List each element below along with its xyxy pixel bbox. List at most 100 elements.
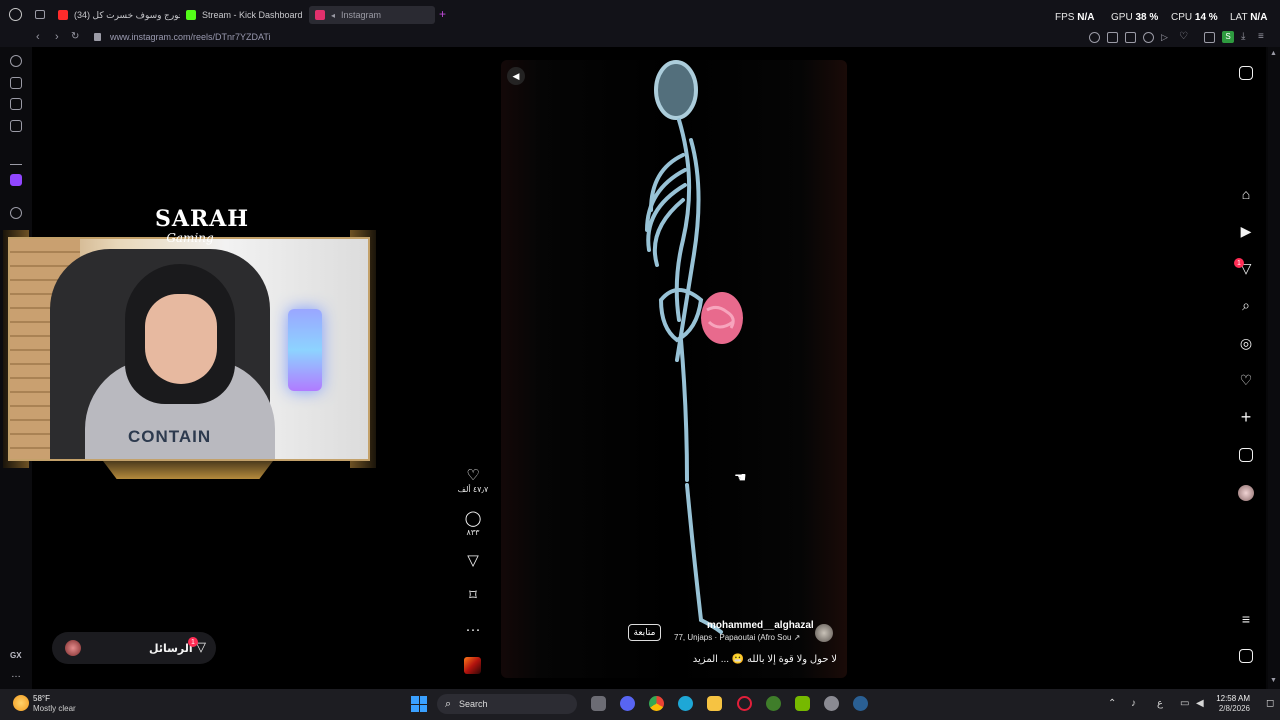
vpn-icon[interactable] [1125,32,1136,43]
folder-icon[interactable] [707,696,722,711]
download-icon[interactable]: ⤓ [1241,31,1245,42]
discord-icon[interactable] [620,696,635,711]
streamer-logo-sub: Gaming [166,231,214,245]
weather-temp[interactable]: 58°F [33,694,50,703]
reel-user-avatar[interactable] [815,624,833,642]
message-avatar [65,640,81,656]
weather-desc[interactable]: Mostly clear [33,704,76,713]
search-icon[interactable]: ⌕ [1237,296,1255,314]
volume-icon: ◀ [512,70,520,81]
aria-icon[interactable] [10,153,22,165]
extensions-icon[interactable] [1204,32,1215,43]
direct-badge: 1 [1234,258,1244,268]
tibia [685,483,703,622]
tab-youtube[interactable]: (34) جورج وسوف خسرت كل [52,6,180,24]
lock-icon[interactable] [94,33,101,41]
microphone-icon[interactable]: ♪ [1131,698,1136,709]
microphone [288,309,322,391]
snapshot-icon[interactable] [1107,32,1118,43]
more-sidebar-icon[interactable]: … [11,669,21,680]
new-tab-icon[interactable]: + [439,7,446,21]
messenger-m-icon[interactable] [10,120,22,132]
dashboard-icon[interactable] [1239,448,1253,462]
page-scrollbar[interactable]: ▲ ▼ [1268,47,1280,689]
opera-gx-taskbar-icon[interactable] [737,696,752,711]
chrome-icon[interactable] [649,696,664,711]
instagram-logo-icon[interactable] [1239,66,1253,80]
explore-icon[interactable]: ◎ [1237,334,1255,352]
opera-gx-logo-icon[interactable] [9,8,22,21]
clock-date[interactable]: 2/8/2026 [1212,704,1250,713]
volume-tray-icon[interactable]: ◀ [1196,698,1204,709]
search-glass-icon: ⌕ [445,698,452,710]
file-explorer-icon[interactable] [591,696,606,711]
send-icon: ▽ [467,552,479,569]
player-icon[interactable]: ▷ [1161,32,1168,43]
scroll-down-icon[interactable]: ▼ [1270,677,1277,684]
scroll-up-icon[interactable]: ▲ [1270,50,1277,57]
comment-button[interactable]: ◯ ٨٣٣ [455,511,491,538]
more-options-button[interactable]: ··· [455,622,491,638]
tab-label: Instagram [341,10,382,20]
follow-button[interactable]: متابعة [628,624,661,641]
reel-video[interactable]: mohammed__alghazal 77, Unjaps · Papaouta… [501,60,847,678]
like-button[interactable]: ♡ ٤٧٫٧ ألف [455,468,491,495]
tray-chevron-icon[interactable]: ⌃ [1108,698,1116,709]
player-sidebar-icon[interactable] [10,207,22,219]
gx-control-icon[interactable] [10,77,22,89]
more-menu-icon[interactable]: ≡ [1237,610,1255,628]
workspaces-icon[interactable] [35,10,45,19]
reel-music[interactable]: 77, Unjaps · Papaoutai (Afro Sou ↗ [674,633,800,642]
notifications-heart-icon[interactable]: ♡ [1237,371,1255,389]
home-icon[interactable]: ⌂ [1237,185,1255,203]
gx-cleaner-icon[interactable] [10,98,22,110]
weather-icon[interactable] [13,695,29,711]
reels-icon[interactable]: ▶ [1237,222,1255,240]
xbox-icon[interactable] [766,696,781,711]
steam-icon[interactable] [853,696,868,711]
bookmark-icon: ⌑ [469,587,477,604]
overlay-gold-bar [103,461,273,479]
create-icon[interactable]: + [1237,408,1255,426]
profile-avatar[interactable] [1238,485,1254,501]
instagram-favicon-icon [315,10,325,20]
messages-pill[interactable]: الرسائل ▽ 1 [52,632,216,664]
profile-s-icon[interactable]: S [1222,31,1234,43]
mute-button[interactable]: ◀ [507,67,525,85]
mouse-cursor-icon: ☚ [734,469,747,485]
tab-instagram[interactable]: ◂ Instagram [309,6,435,24]
language-indicator[interactable]: ع [1157,698,1163,709]
back-icon[interactable]: ‹ [36,31,40,43]
nvidia-icon[interactable] [795,696,810,711]
femur [679,338,689,482]
edge-icon[interactable] [678,696,693,711]
meta-apps-icon[interactable] [1239,649,1253,663]
messages-label: الرسائل [149,643,193,655]
notifications-icon[interactable]: ◻ [1266,698,1274,709]
twitch-icon[interactable] [10,174,22,186]
heart-icon[interactable]: ♡ [1179,31,1188,42]
settings-gear-icon[interactable] [824,696,839,711]
reel-username[interactable]: mohammed__alghazal [707,620,814,631]
skull [654,60,698,120]
network-icon[interactable]: ▭ [1180,698,1189,709]
pin-icon[interactable] [1089,32,1100,43]
tab-label: Stream - Kick Dashboard [202,10,303,20]
bookmark-star-icon[interactable] [1143,32,1154,43]
forward-icon[interactable]: › [55,31,59,43]
taskbar-search[interactable]: ⌕ Search [437,694,577,714]
youtube-favicon-icon [58,10,68,20]
save-button[interactable]: ⌑ [455,588,491,604]
url-field[interactable]: www.instagram.com/reels/DTnr7YZDATi [110,32,271,42]
reel-audio-thumbnail[interactable] [464,657,481,674]
reel-caption[interactable]: لا حول ولا قوة إلا بالله 😬 ... المزيد [693,654,837,665]
start-windows-icon[interactable] [411,696,427,712]
reload-icon[interactable]: ↻ [71,31,79,42]
menu-icon[interactable]: ≡ [1258,31,1264,42]
share-button[interactable]: ▽ [455,553,491,569]
history-icon[interactable] [10,55,22,67]
gx-label[interactable]: GX [10,651,22,660]
clock-time[interactable]: 12:58 AM [1216,694,1250,703]
speaker-icon[interactable]: ◂ [331,11,335,20]
tab-kick-dashboard[interactable]: Stream - Kick Dashboard [180,6,306,24]
